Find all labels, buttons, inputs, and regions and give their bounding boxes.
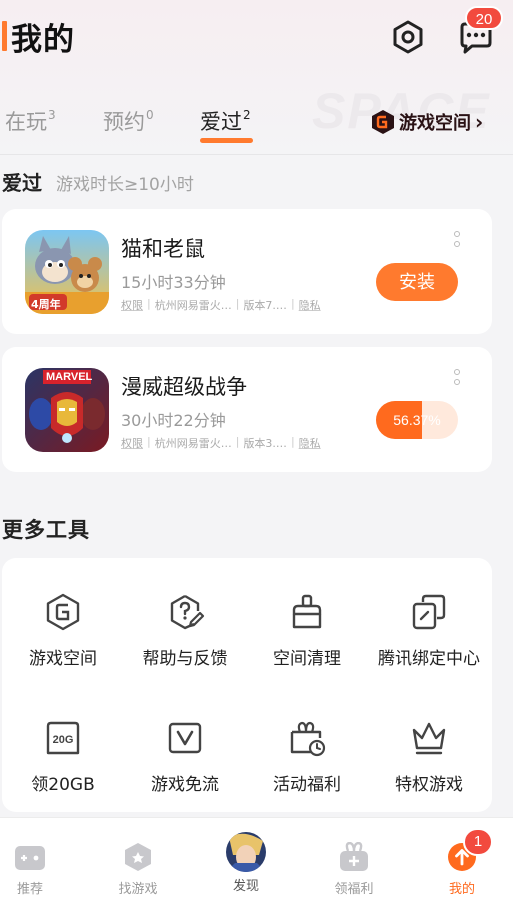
- game-card[interactable]: 4周年 猫和老鼠 15小时33分钟 权限 | 杭州网易雷火… | 版本7.… | 隐私…: [2, 209, 492, 334]
- help-feedback-icon: [170, 594, 205, 630]
- game-meta: 权限 | 杭州网易雷火… | 版本3.… | 隐私: [121, 435, 321, 451]
- loved-section-header: 爱过 游戏时长≥10小时: [2, 167, 194, 196]
- game-name: 猫和老鼠: [121, 237, 205, 261]
- nav-me[interactable]: 我的: [412, 818, 512, 910]
- tool-free-traffic[interactable]: 游戏免流: [124, 718, 246, 828]
- page-title: 我的: [11, 22, 75, 58]
- nav-label: 领福利: [334, 882, 374, 897]
- install-button[interactable]: 安装: [376, 263, 458, 301]
- tool-help-feedback[interactable]: 帮助与反馈: [124, 592, 246, 702]
- download-progress-button[interactable]: 56.37%: [376, 401, 458, 439]
- tool-label: 游戏空间: [29, 649, 97, 669]
- icon-badge-text: MARVEL: [46, 371, 93, 383]
- tab-count: 0: [146, 108, 154, 122]
- header: 我的: [0, 0, 513, 75]
- gamepad-icon: [15, 846, 45, 870]
- nav-me-badge: 1: [463, 828, 493, 856]
- tool-space-cleanup[interactable]: 空间清理: [246, 592, 368, 702]
- game-space-logo-icon: [372, 110, 394, 134]
- tool-claim-20gb[interactable]: 20G 领20GB: [2, 718, 124, 828]
- tab-label: 爱过: [200, 110, 242, 134]
- section-subtitle: 游戏时长≥10小时: [56, 175, 194, 195]
- tab-loved[interactable]: 爱过2: [200, 106, 251, 136]
- tool-label: 空间清理: [273, 649, 341, 669]
- game-playtime: 30小时22分钟: [121, 411, 226, 430]
- chevron-right-icon: ›: [475, 110, 484, 134]
- settings-button[interactable]: [390, 19, 426, 55]
- developer-text: 杭州网易雷火…: [154, 299, 232, 312]
- game-name: 漫威超级战争: [121, 375, 247, 399]
- more-options-icon[interactable]: [451, 369, 463, 391]
- nav-welfare[interactable]: 领福利: [304, 818, 404, 910]
- tom-and-jerry-game-icon: 4周年: [25, 230, 109, 314]
- permission-link[interactable]: 权限: [121, 297, 143, 313]
- gift-icon: [340, 842, 368, 871]
- tab-count: 2: [243, 108, 251, 122]
- game-space-link-label: 游戏空间: [399, 113, 471, 134]
- tool-game-space[interactable]: 游戏空间: [2, 592, 124, 702]
- bottom-navigation: 推荐 找游戏 发现 领福利 我的: [0, 817, 513, 910]
- crown-icon: [412, 722, 446, 755]
- more-options-icon[interactable]: [451, 231, 463, 253]
- nav-label: 找游戏: [118, 882, 158, 897]
- privacy-link[interactable]: 隐私: [299, 435, 321, 451]
- nav-label: 推荐: [16, 882, 43, 897]
- tool-activity-welfare[interactable]: 活动福利: [246, 718, 368, 828]
- find-game-icon: [125, 843, 151, 871]
- tools-section-title: 更多工具: [2, 518, 90, 542]
- tool-privilege-games[interactable]: 特权游戏: [368, 718, 490, 828]
- tool-tencent-bind[interactable]: 腾讯绑定中心: [368, 592, 490, 702]
- tab-label: 在玩: [5, 110, 47, 134]
- game-playtime: 15小时33分钟: [121, 273, 226, 292]
- tool-label: 活动福利: [273, 775, 341, 795]
- game-space-link[interactable]: 游戏空间 ›: [370, 108, 483, 136]
- marvel-super-war-game-icon: MARVEL: [25, 368, 109, 452]
- privacy-link[interactable]: 隐私: [299, 297, 321, 313]
- permission-link[interactable]: 权限: [121, 435, 143, 451]
- nav-recommend[interactable]: 推荐: [0, 818, 80, 910]
- tab-count: 3: [48, 108, 56, 122]
- tool-label: 游戏免流: [151, 775, 219, 795]
- tool-label: 特权游戏: [395, 775, 463, 795]
- game-meta: 权限 | 杭州网易雷火… | 版本7.… | 隐私: [121, 297, 321, 313]
- discover-avatar-icon: [226, 832, 266, 872]
- tab-playing[interactable]: 在玩3: [5, 106, 56, 136]
- tab-label: 预约: [103, 110, 145, 134]
- tencent-bind-icon: [412, 594, 446, 630]
- nav-label: 发现: [232, 879, 259, 894]
- tool-label: 腾讯绑定中心: [378, 649, 480, 669]
- divider: [0, 154, 513, 155]
- tool-label: 帮助与反馈: [142, 649, 228, 669]
- game-space-icon: [46, 593, 80, 631]
- free-traffic-icon: [168, 722, 202, 754]
- tab-reserved[interactable]: 预约0: [103, 106, 154, 136]
- section-title: 爱过: [2, 171, 42, 195]
- nav-discover[interactable]: 发现: [196, 818, 296, 910]
- tools-grid: 游戏空间 帮助与反馈 空间清理 腾讯绑定中心 20G 领20GB 游戏免流 活动…: [2, 558, 492, 812]
- title-accent-bar: [2, 21, 7, 51]
- active-tab-indicator: [200, 138, 253, 143]
- developer-text: 杭州网易雷火…: [154, 437, 232, 450]
- icon-label-20g: 20G: [53, 734, 74, 746]
- icon-badge-text: 4周年: [31, 298, 61, 311]
- cleanup-broom-icon: [292, 594, 322, 629]
- nav-label: 我的: [448, 882, 475, 897]
- nav-find-game[interactable]: 找游戏: [88, 818, 188, 910]
- tab-bar: 在玩3 预约0 爱过2 游戏空间 ›: [0, 100, 513, 152]
- progress-text: 56.37%: [393, 412, 441, 428]
- settings-hexagon-icon: [393, 20, 423, 54]
- tool-label: 领20GB: [31, 775, 95, 795]
- version-text: 版本7.…: [243, 299, 287, 312]
- version-text: 版本3.…: [243, 437, 287, 450]
- game-card[interactable]: MARVEL 漫威超级战争 30小时22分钟 权限 | 杭州网易雷火… | 版本3.…: [2, 347, 492, 472]
- message-badge: 20: [465, 6, 503, 30]
- activity-gift-icon: [290, 721, 326, 757]
- data-20g-icon: 20G: [46, 721, 80, 755]
